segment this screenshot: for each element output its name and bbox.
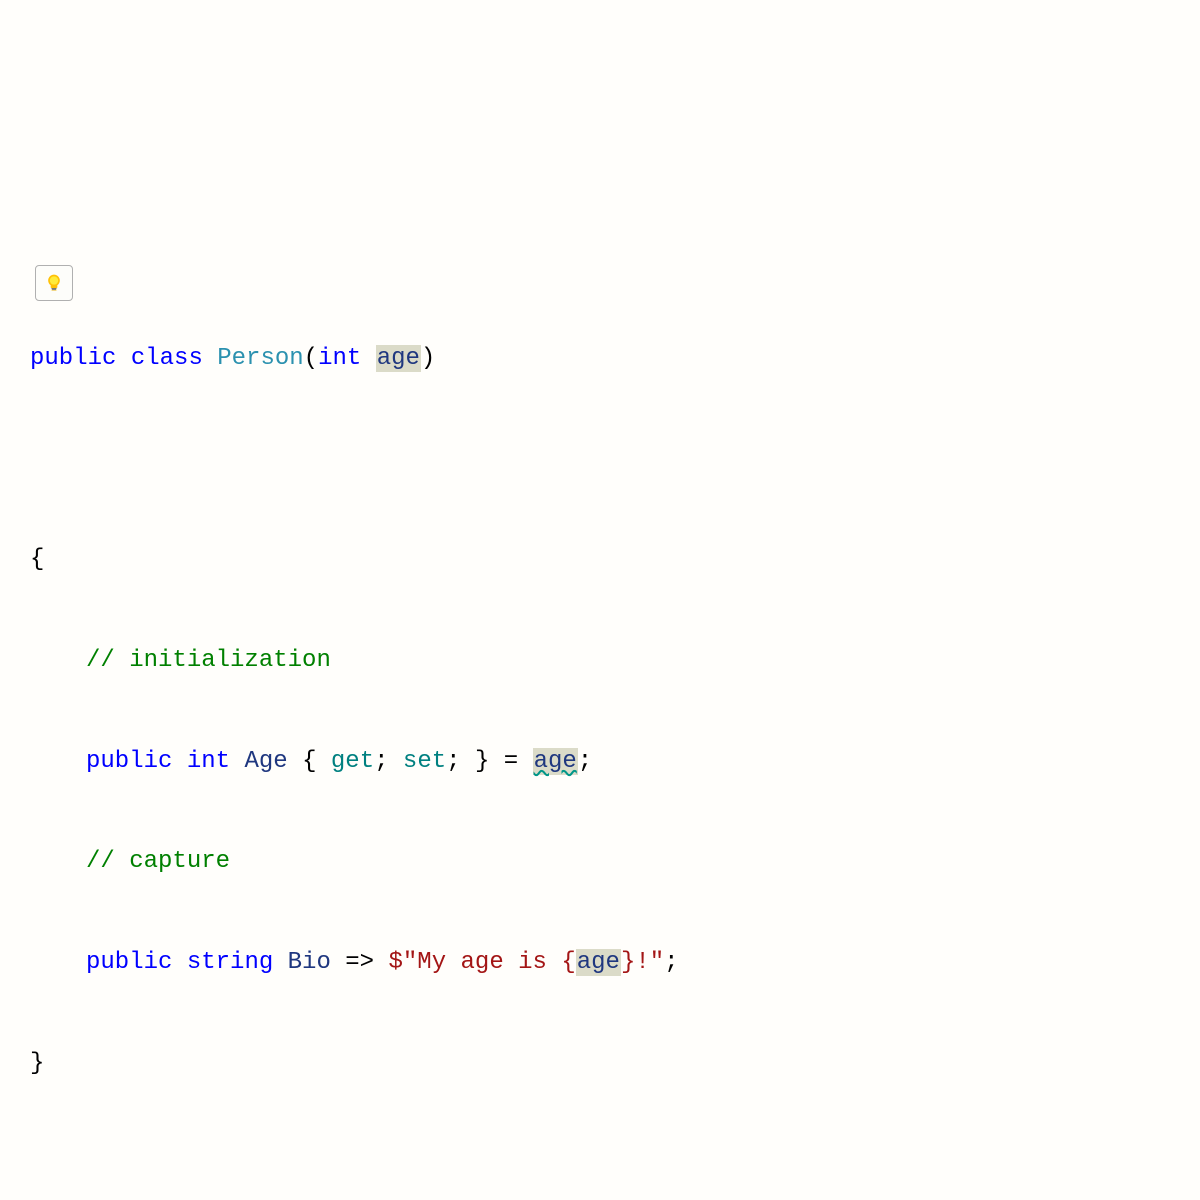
comment-capture: // capture <box>86 848 230 875</box>
comment-initialization: // initialization <box>86 647 331 674</box>
interp-age-highlight: age <box>576 949 621 976</box>
code-editor[interactable]: public class Person(int age) { // initia… <box>30 274 1170 1114</box>
open-paren: ( <box>304 345 318 372</box>
semicolon: ; <box>664 949 678 976</box>
code-line-1[interactable]: public class Person(int age) <box>30 342 1170 376</box>
code-line-7[interactable]: public string Bio => $"My age is {age}!"… <box>30 946 1170 980</box>
code-line-6[interactable]: // capture <box>30 845 1170 879</box>
lightbulb-icon <box>44 273 64 293</box>
code-line-3[interactable]: { <box>30 543 1170 577</box>
open-brace: { <box>30 546 44 573</box>
string-part2: }!" <box>621 949 664 976</box>
arrow: => <box>345 949 374 976</box>
keyword-public: public <box>86 748 172 775</box>
value-age-highlight-squiggle: age <box>533 748 578 775</box>
close-paren: ) <box>421 345 435 372</box>
keyword-public: public <box>30 345 116 372</box>
semicolon: ; <box>374 748 388 775</box>
string-part1: "My age is { <box>403 949 576 976</box>
code-line-5[interactable]: public int Age { get; set; } = age; <box>30 745 1170 779</box>
code-line-8[interactable]: } <box>30 1047 1170 1081</box>
dollar-sign: $ <box>389 949 403 976</box>
type-int: int <box>187 748 230 775</box>
member-bio: Bio <box>288 949 331 976</box>
semicolon: ; <box>446 748 460 775</box>
class-name: Person <box>217 345 303 372</box>
code-line-2-blank[interactable] <box>30 442 1170 476</box>
param-type: int <box>318 345 361 372</box>
code-line-4[interactable]: // initialization <box>30 644 1170 678</box>
set-accessor: set <box>403 748 446 775</box>
get-accessor: get <box>331 748 374 775</box>
semicolon: ; <box>578 748 592 775</box>
close-brace: } <box>475 748 489 775</box>
open-brace: { <box>302 748 316 775</box>
member-age: Age <box>244 748 287 775</box>
quick-actions-lightbulb[interactable] <box>35 265 73 301</box>
type-string: string <box>187 949 273 976</box>
close-brace: } <box>30 1050 44 1077</box>
equals: = <box>504 748 518 775</box>
param-age-highlight: age <box>376 345 421 372</box>
keyword-public: public <box>86 949 172 976</box>
keyword-class: class <box>131 345 203 372</box>
